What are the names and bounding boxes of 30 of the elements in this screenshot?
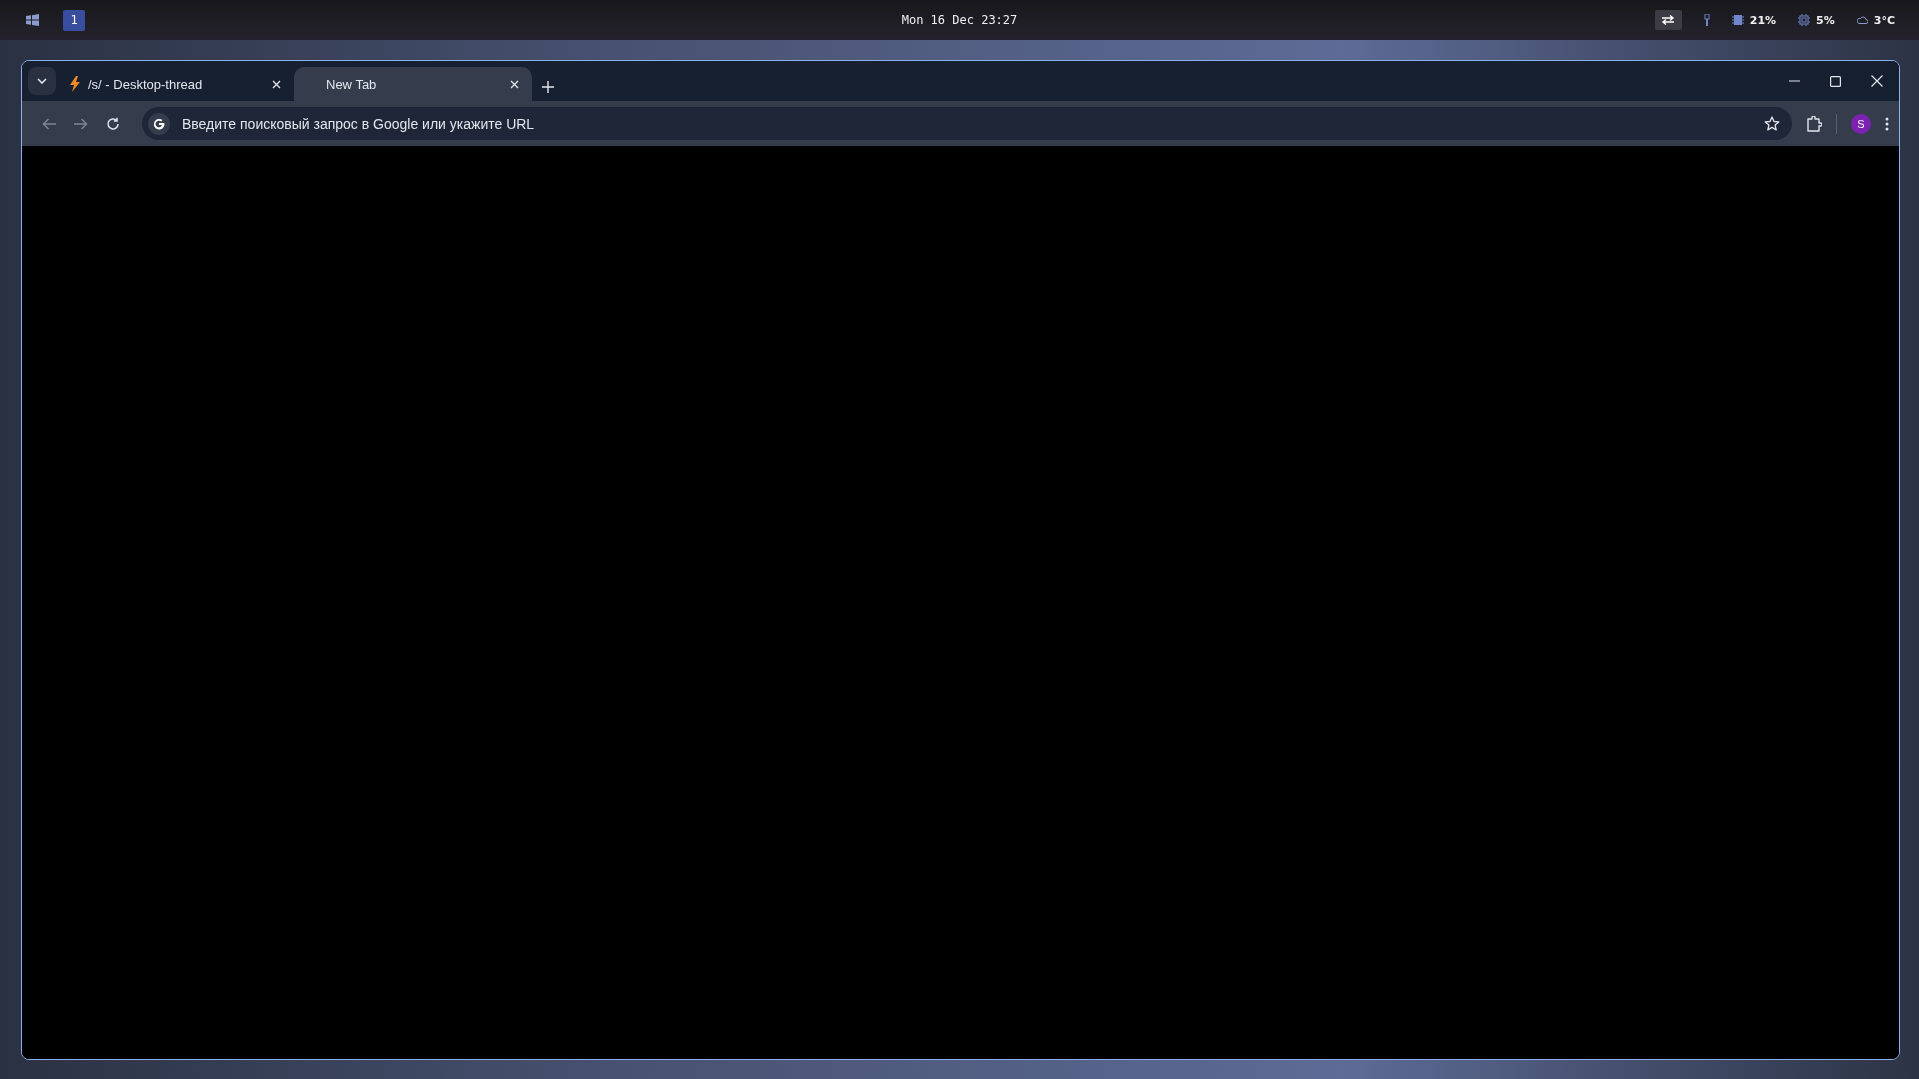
address-bar[interactable]: Введите поисковый запрос в Google или укажите URL (142, 107, 1792, 140)
cpu-icon[interactable] (1798, 14, 1811, 26)
clock: Mon 16 Dec 23:27 (901, 13, 1018, 27)
memory-chip-icon[interactable] (1731, 14, 1744, 26)
forward-arrow-icon[interactable] (74, 117, 88, 130)
star-icon[interactable] (1764, 115, 1780, 132)
browser-tab[interactable]: New Tab (294, 67, 532, 101)
new-tab-plus-icon[interactable] (542, 81, 554, 93)
close-icon[interactable] (1871, 75, 1883, 87)
memory-reading: 21% (1749, 13, 1777, 27)
swap-arrows-icon (1661, 15, 1676, 25)
profile-avatar[interactable]: S (1851, 113, 1871, 134)
tab-search-button[interactable] (28, 67, 56, 95)
lightning-bolt-icon (70, 76, 80, 92)
windows-logo-icon[interactable] (26, 14, 39, 26)
cpu-reading: 5% (1816, 13, 1835, 27)
extensions-puzzle-icon[interactable] (1806, 115, 1822, 132)
weather-reading: 3°C (1873, 13, 1895, 27)
usb-icon[interactable] (1703, 14, 1710, 26)
more-menu-icon[interactable] (1885, 116, 1889, 131)
google-g-icon (153, 117, 165, 130)
maximize-icon[interactable] (1830, 75, 1841, 87)
swap-arrows-button[interactable] (1654, 10, 1682, 30)
workspace-button[interactable]: 1 (63, 9, 85, 31)
back-arrow-icon[interactable] (42, 117, 56, 130)
address-input-field[interactable]: Введите поисковый запрос в Google или укажите URL (180, 114, 1754, 133)
chevron-down-icon (37, 78, 47, 84)
cloud-icon[interactable] (1856, 16, 1868, 24)
browser-tab[interactable]: /s/ - Desktop-thread (56, 67, 294, 101)
reload-icon[interactable] (106, 116, 120, 131)
